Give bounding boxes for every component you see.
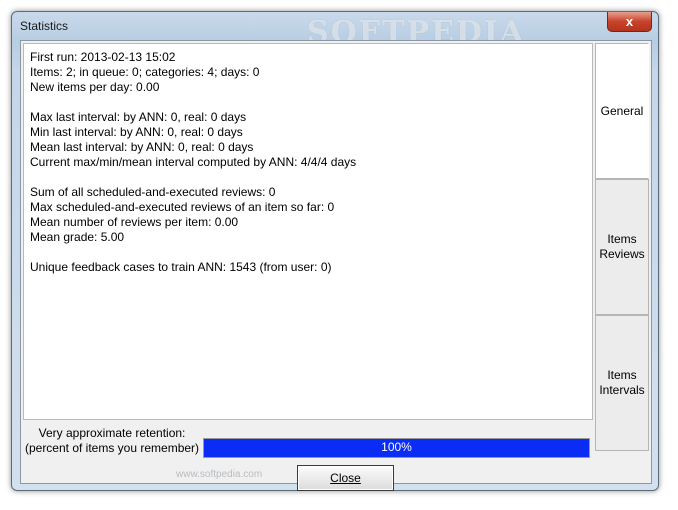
dialog-body: First run: 2013-02-13 15:02 Items: 2; in… bbox=[20, 40, 652, 491]
close-button[interactable]: Close bbox=[297, 465, 394, 491]
stat-current-interval: Current max/min/mean interval computed b… bbox=[30, 155, 357, 169]
stat-mean-grade: Mean grade: 5.00 bbox=[30, 230, 125, 244]
stat-min-last-interval: Min last interval: by ANN: 0, real: 0 da… bbox=[30, 125, 243, 139]
stat-max-reviews: Max scheduled-and-executed reviews of an… bbox=[30, 200, 335, 214]
tab-general[interactable]: General bbox=[595, 43, 649, 179]
stat-mean-reviews: Mean number of reviews per item: 0.00 bbox=[30, 215, 239, 229]
retention-label-line1: Very approximate retention: bbox=[38, 426, 186, 440]
tab-items-reviews-line1: Items bbox=[607, 232, 637, 246]
retention-label-line2: (percent of items you remember) bbox=[24, 441, 200, 455]
tab-general-label: General bbox=[600, 103, 644, 118]
tab-items-intervals-line1: Items bbox=[607, 368, 637, 382]
stat-feedback-cases: Unique feedback cases to train ANN: 1543… bbox=[30, 260, 332, 274]
stat-mean-last-interval: Mean last interval: by ANN: 0, real: 0 d… bbox=[30, 140, 254, 154]
stat-sum-reviews: Sum of all scheduled-and-executed review… bbox=[30, 185, 276, 199]
close-icon: x bbox=[625, 14, 634, 29]
footer-watermark: www.softpedia.com bbox=[176, 469, 263, 480]
stat-new-items-per-day: New items per day: 0.00 bbox=[30, 80, 160, 94]
tab-items-intervals-line2: Intervals bbox=[599, 383, 645, 397]
title-bar[interactable]: Statistics SOFTPEDIA x bbox=[12, 12, 658, 50]
statistics-text-area[interactable]: First run: 2013-02-13 15:02 Items: 2; in… bbox=[23, 43, 593, 420]
retention-progress-text: 100% bbox=[381, 440, 412, 454]
statistics-text: First run: 2013-02-13 15:02 Items: 2; in… bbox=[30, 50, 356, 275]
tab-items-intervals[interactable]: Items Intervals bbox=[595, 315, 649, 451]
stat-items: Items: 2; in queue: 0; categories: 4; da… bbox=[30, 65, 260, 79]
statistics-window: Statistics SOFTPEDIA x First run: 2013-0… bbox=[11, 11, 659, 491]
window-close-button[interactable]: x bbox=[607, 12, 652, 32]
retention-progress-bar: 100% bbox=[203, 438, 590, 458]
stat-first-run: First run: 2013-02-13 15:02 bbox=[30, 50, 176, 64]
tab-items-reviews[interactable]: Items Reviews bbox=[595, 179, 649, 315]
tab-items-reviews-line2: Reviews bbox=[599, 247, 645, 261]
stat-max-last-interval: Max last interval: by ANN: 0, real: 0 da… bbox=[30, 110, 247, 124]
statistics-tabs: General Items Reviews Items Intervals bbox=[595, 43, 649, 451]
window-title: Statistics bbox=[20, 19, 69, 33]
retention-label: Very approximate retention: (percent of … bbox=[23, 421, 201, 465]
